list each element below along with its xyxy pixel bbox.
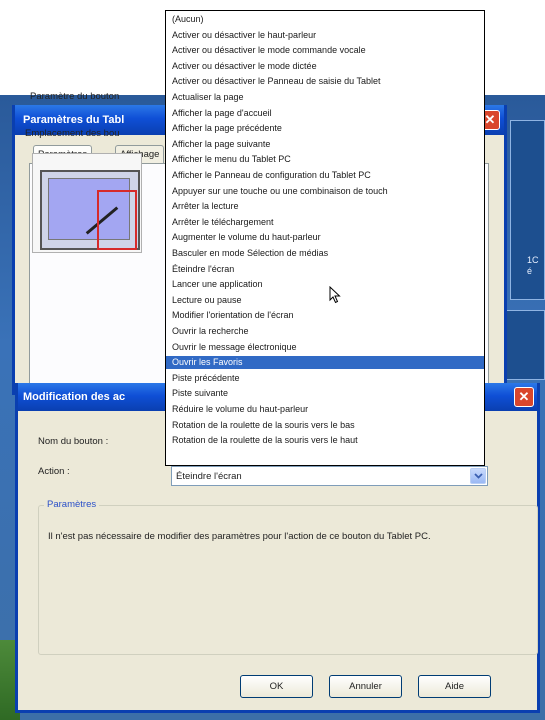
- dropdown-option[interactable]: Lecture ou pause: [166, 294, 484, 307]
- button-highlight-box: [97, 190, 137, 250]
- dropdown-option[interactable]: Réduire le volume du haut-parleur: [166, 403, 484, 416]
- close-icon[interactable]: ✕: [514, 387, 534, 407]
- parameters-legend: Paramètres: [44, 499, 100, 510]
- dropdown-option[interactable]: Afficher la page précédente: [166, 122, 484, 135]
- dropdown-option[interactable]: Activer ou désactiver le haut-parleur: [166, 29, 484, 42]
- desktop-panel-lower: [505, 310, 545, 380]
- desktop-text: 1C é: [527, 255, 539, 277]
- dropdown-option[interactable]: Éteindre l'écran: [166, 263, 484, 276]
- button-name-label: Nom du bouton :: [38, 436, 109, 447]
- dropdown-option[interactable]: Rotation de la roulette de la souris ver…: [166, 419, 484, 432]
- desktop-text-line: é: [527, 266, 533, 276]
- dropdown-option[interactable]: Basculer en mode Sélection de médias: [166, 247, 484, 260]
- dropdown-option[interactable]: Afficher le Panneau de configuration du …: [166, 169, 484, 182]
- dropdown-option[interactable]: Afficher la page d'accueil: [166, 107, 484, 120]
- button-location-label: Emplacement des bou: [25, 128, 120, 139]
- tablet-window-title: Paramètres du Tabl: [23, 114, 125, 126]
- dropdown-option[interactable]: Modifier l'orientation de l'écran: [166, 309, 484, 322]
- action-selected-value: Éteindre l'écran: [176, 471, 242, 482]
- action-dropdown-list[interactable]: (Aucun) Activer ou désactiver le haut-par…: [165, 10, 485, 466]
- dropdown-option[interactable]: Augmenter le volume du haut-parleur: [166, 231, 484, 244]
- dropdown-option[interactable]: Appuyer sur une touche ou une combinaiso…: [166, 185, 484, 198]
- dropdown-option[interactable]: Arrêter le téléchargement: [166, 216, 484, 229]
- dropdown-option[interactable]: Activer ou désactiver le mode dictée: [166, 60, 484, 73]
- dropdown-option[interactable]: Activer ou désactiver le mode commande v…: [166, 44, 484, 57]
- dropdown-option[interactable]: Afficher le menu du Tablet PC: [166, 153, 484, 166]
- chevron-down-icon[interactable]: [470, 468, 486, 484]
- dropdown-option[interactable]: (Aucun): [166, 13, 484, 26]
- parameters-group: [38, 505, 538, 655]
- dropdown-option[interactable]: Ouvrir la recherche: [166, 325, 484, 338]
- dialog-title: Modification des ac: [23, 391, 126, 403]
- help-button[interactable]: Aide: [418, 675, 491, 698]
- parameters-text: Il n'est pas nécessaire de modifier des …: [48, 531, 431, 542]
- dropdown-option[interactable]: Piste suivante: [166, 387, 484, 400]
- dropdown-option[interactable]: Lancer une application: [166, 278, 484, 291]
- dropdown-option[interactable]: Actualiser la page: [166, 91, 484, 104]
- cancel-button[interactable]: Annuler: [329, 675, 402, 698]
- mouse-cursor-icon: [329, 286, 341, 304]
- dropdown-option[interactable]: Afficher la page suivante: [166, 138, 484, 151]
- action-select[interactable]: Éteindre l'écran: [171, 466, 488, 486]
- dropdown-option[interactable]: Activer ou désactiver le Panneau de sais…: [166, 75, 484, 88]
- dropdown-option[interactable]: Arrêter la lecture: [166, 200, 484, 213]
- dropdown-option[interactable]: Rotation de la roulette de la souris ver…: [166, 434, 484, 447]
- ok-button[interactable]: OK: [240, 675, 313, 698]
- dropdown-option[interactable]: Ouvrir le message électronique: [166, 341, 484, 354]
- dropdown-option[interactable]: Piste précédente: [166, 372, 484, 385]
- button-parameter-label: Paramètre du bouton: [30, 91, 120, 102]
- desktop-text-line: 1C: [527, 255, 539, 265]
- action-label: Action :: [38, 466, 70, 477]
- dropdown-option[interactable]: Ouvrir les Favoris: [166, 356, 484, 369]
